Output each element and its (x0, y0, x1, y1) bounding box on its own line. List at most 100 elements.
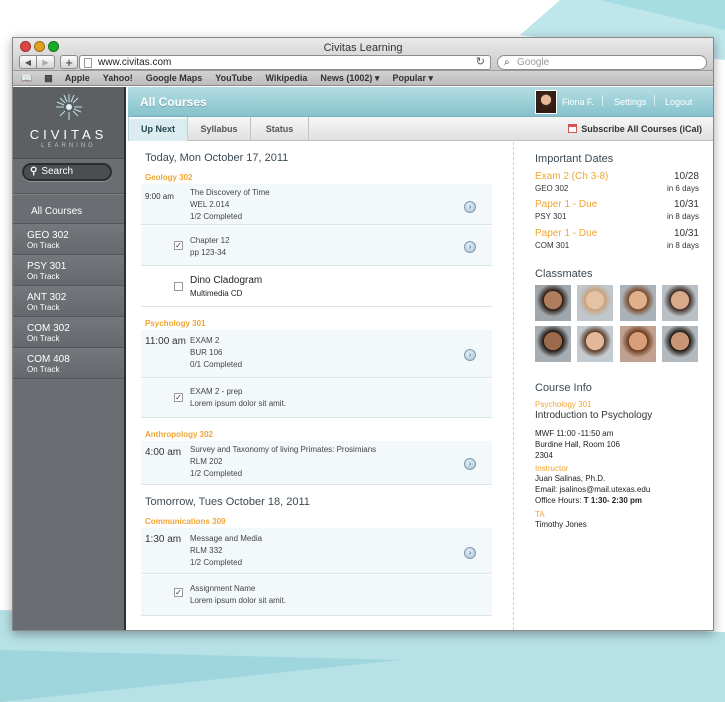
right-sidebar: Important Dates Exam 2 (Ch 3-8) 10/28 GE… (513, 142, 713, 630)
course-code: ANT 302 (27, 292, 67, 303)
course-info-name: Introduction to Psychology (535, 410, 653, 421)
reload-icon[interactable]: ↻ (476, 56, 485, 69)
grid-icon[interactable]: ▦ (44, 73, 53, 84)
classmate-avatar[interactable] (535, 326, 571, 362)
bookmarks-bar: 📖 ▦ Apple Yahoo! Google Maps YouTube Wik… (13, 71, 713, 86)
tab-status[interactable]: Status (251, 117, 309, 141)
important-date-item[interactable]: Paper 1 - Due 10/31 COM 301 in 8 days (535, 228, 699, 250)
sidebar-item-geo302[interactable]: GEO 302 On Track (13, 224, 124, 255)
important-date-item[interactable]: Paper 1 - Due 10/31 PSY 301 in 8 days (535, 199, 699, 221)
classmate-avatar[interactable] (620, 326, 656, 362)
tab-syllabus[interactable]: Syllabus (188, 117, 251, 141)
ta-label: TA (535, 510, 545, 519)
logout-link[interactable]: Logout (665, 97, 693, 107)
task-checkbox[interactable] (174, 282, 183, 291)
task-subtitle: Lorem ipsum dolor sit amit. (190, 399, 287, 408)
classmate-avatar[interactable] (662, 326, 698, 362)
settings-link[interactable]: Settings (614, 97, 647, 107)
task-item[interactable]: ✓ Chapter 12 pp 123-34 › (141, 226, 492, 266)
course-code: GEO 302 (27, 230, 69, 241)
brand-name: CIVITAS (29, 127, 108, 142)
sidebar-item-ant302[interactable]: ANT 302 On Track (13, 286, 124, 317)
sidebar-item-com302[interactable]: COM 302 On Track (13, 317, 124, 348)
add-bookmark-button[interactable]: + (60, 55, 78, 70)
forward-button[interactable]: ▶ (37, 55, 55, 69)
item-title: EXAM 2 (190, 336, 220, 345)
user-name[interactable]: Fiona F. (562, 97, 594, 107)
date-countdown: in 8 days (666, 241, 699, 250)
date-countdown: in 8 days (666, 212, 699, 221)
bookmark-popular[interactable]: Popular ▾ (392, 73, 433, 84)
course-heading-anthropology: Anthropology 302 (145, 430, 214, 439)
item-room: RLM 332 (190, 546, 223, 555)
instructor-email[interactable]: Email: jsalinos@mail.utexas.edu (535, 485, 650, 495)
task-title: Dino Cladogram (190, 275, 263, 286)
bookmark-yahoo[interactable]: Yahoo! (103, 73, 133, 83)
title-bar: Civitas Learning ◀ ▶ + www.civitas.com ↻ … (13, 38, 713, 71)
chevron-right-icon[interactable]: › (464, 458, 476, 470)
item-room: BUR 106 (190, 348, 223, 357)
tab-up-next[interactable]: Up Next (128, 117, 188, 141)
classmate-avatar[interactable] (620, 285, 656, 321)
task-checkbox[interactable]: ✓ (174, 588, 183, 597)
task-title: EXAM 2 - prep (190, 387, 243, 396)
chevron-right-icon[interactable]: › (464, 349, 476, 361)
classmate-avatar[interactable] (577, 326, 613, 362)
task-checkbox[interactable]: ✓ (174, 241, 183, 250)
sidebar-search-button[interactable]: ⚲ Search (22, 163, 112, 181)
day-heading: Today, Mon October 17, 2011 (145, 152, 289, 164)
classmate-avatar[interactable] (662, 285, 698, 321)
item-progress: 1/2 Completed (190, 558, 243, 567)
schedule-item[interactable]: 1:30 am Message and Media RLM 332 1/2 Co… (141, 528, 492, 574)
task-subtitle: pp 123-34 (190, 248, 227, 257)
schedule-item[interactable]: 11:00 am EXAM 2 BUR 106 0/1 Completed › (141, 330, 492, 378)
sidebar: CIVITAS LEARNING ⚲ Search All Courses GEO… (13, 87, 126, 630)
bookmark-google-maps[interactable]: Google Maps (146, 73, 203, 83)
subscribe-label: Subscribe All Courses (iCal) (581, 124, 702, 134)
item-time: 1:30 am (145, 534, 182, 545)
course-heading-psychology: Psychology 301 (145, 319, 206, 328)
task-item[interactable]: ✓ EXAM 2 - prep Lorem ipsum dolor sit am… (141, 379, 492, 418)
bookmark-news[interactable]: News (1002) ▾ (320, 73, 379, 84)
instructor-name: Juan Salinas, Ph.D. (535, 474, 606, 483)
schedule-item[interactable]: 4:00 am Survey and Taxonomy of living Pr… (141, 441, 492, 485)
course-location: Burdine Hall, Room 106 (535, 440, 620, 449)
item-time: 9:00 am (145, 192, 174, 201)
office-hours-label: Office Hours: (535, 496, 582, 505)
task-checkbox[interactable]: ✓ (174, 393, 183, 402)
schedule-item[interactable]: 9:00 am The Discovery of Time WEL 2.014 … (141, 184, 492, 225)
task-item[interactable]: Dino Cladogram Multimedia CD (141, 267, 492, 307)
address-bar[interactable]: www.civitas.com ↻ (79, 55, 491, 70)
chevron-right-icon[interactable]: › (464, 547, 476, 559)
subscribe-ical-link[interactable]: Subscribe All Courses (iCal) (568, 124, 702, 134)
important-date-item[interactable]: Exam 2 (Ch 3-8) 10/28 GEO 302 in 6 days (535, 171, 699, 193)
civitas-logo[interactable]: CIVITAS LEARNING (13, 87, 124, 159)
chevron-right-icon[interactable]: › (464, 201, 476, 213)
back-button[interactable]: ◀ (19, 55, 37, 69)
browser-search-field[interactable]: ⌕ Google (497, 55, 707, 70)
sidebar-item-psy301[interactable]: PSY 301 On Track (13, 255, 124, 286)
course-status: On Track (27, 334, 60, 343)
bookmark-apple[interactable]: Apple (65, 73, 90, 83)
window-title: Civitas Learning (323, 42, 403, 54)
item-progress: 0/1 Completed (190, 360, 243, 369)
day-heading: Tomorrow, Tues October 18, 2011 (145, 496, 310, 508)
classmate-avatar[interactable] (577, 285, 613, 321)
item-room: WEL 2.014 (190, 200, 230, 209)
date-value: 10/28 (673, 171, 699, 182)
task-item[interactable]: ✓ Assignment Name Lorem ipsum dolor sit … (141, 575, 492, 616)
bookmark-youtube[interactable]: YouTube (215, 73, 252, 83)
search-icon: ⚲ (30, 166, 38, 177)
classmate-avatar[interactable] (535, 285, 571, 321)
bookmark-wikipedia[interactable]: Wikipedia (265, 73, 307, 83)
task-title: Chapter 12 (190, 236, 230, 245)
item-room: RLM 202 (190, 457, 223, 466)
chevron-right-icon[interactable]: › (464, 241, 476, 253)
ta-name: Timothy Jones (535, 520, 587, 529)
sidebar-item-com408[interactable]: COM 408 On Track (13, 348, 124, 379)
tab-bar: Up Next Syllabus Status Subscribe All Co… (128, 117, 713, 141)
sidebar-item-all-courses[interactable]: All Courses (13, 194, 124, 224)
book-icon[interactable]: 📖 (21, 73, 32, 84)
header-divider (602, 95, 603, 106)
user-avatar[interactable] (535, 90, 557, 114)
